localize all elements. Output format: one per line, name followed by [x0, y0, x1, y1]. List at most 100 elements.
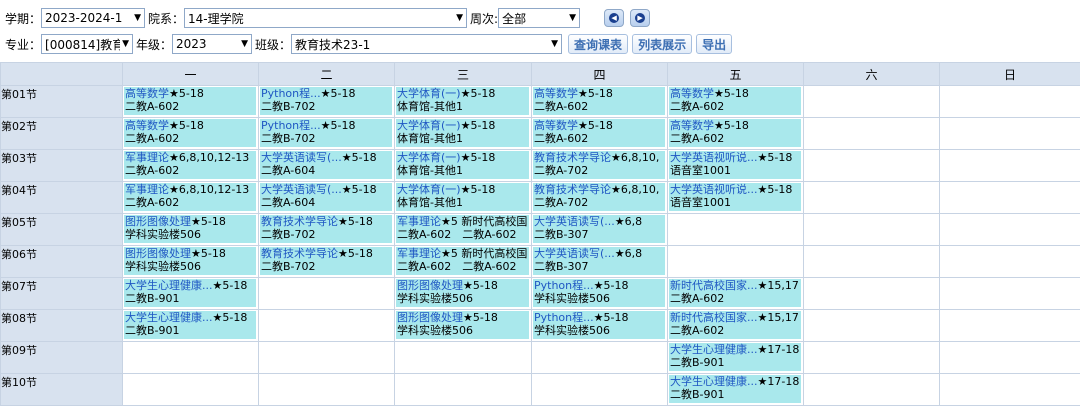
- course-name-link[interactable]: 大学生心理健康...: [670, 375, 758, 388]
- course-name-link[interactable]: 军事理论: [397, 215, 441, 228]
- schedule-cell[interactable]: 大学生心理健康...★5-18 二教B-901: [122, 309, 259, 342]
- schedule-cell[interactable]: 教育技术学导论★6,8,10, 二教A-702: [531, 181, 668, 214]
- schedule-cell[interactable]: Python程...★5-18 学科实验楼506: [531, 277, 668, 310]
- course-entry[interactable]: 大学英语视听说...★5-18 语音室1001: [669, 151, 801, 179]
- course-entry[interactable]: 大学英语读写(...★5-18 二教A-604: [260, 151, 392, 179]
- class-select[interactable]: 教育技术23-1 ▼: [291, 34, 563, 54]
- course-name-link[interactable]: 新时代高校国家...: [670, 311, 758, 324]
- schedule-cell[interactable]: 图形图像处理★5-18 学科实验楼506: [122, 245, 259, 278]
- course-entry[interactable]: 大学生心理健康...★5-18 二教B-901: [124, 311, 256, 339]
- schedule-cell[interactable]: [667, 213, 804, 246]
- department-select[interactable]: 14-理学院 ▼: [184, 8, 468, 28]
- schedule-cell[interactable]: 教育技术学导论★5-18 二教B-702: [258, 245, 395, 278]
- course-name-link[interactable]: 新时代高校国家...: [670, 279, 758, 292]
- course-name-link[interactable]: 大学生心理健康...: [125, 279, 213, 292]
- course-name-link[interactable]: 大学体育(一): [397, 87, 461, 100]
- major-select[interactable]: [000814]教育技术 ▼: [41, 34, 134, 54]
- course-name-link[interactable]: 大学体育(一): [397, 151, 461, 164]
- course-name-link[interactable]: 大学英语读写(...: [261, 183, 342, 196]
- course-name-link[interactable]: Python程...: [534, 311, 594, 324]
- schedule-cell[interactable]: Python程...★5-18 学科实验楼506: [531, 309, 668, 342]
- course-entry[interactable]: 大学英语视听说...★5-18 语音室1001: [669, 183, 801, 211]
- schedule-cell[interactable]: [803, 341, 940, 374]
- week-select[interactable]: 全部 ▼: [498, 8, 581, 28]
- schedule-cell[interactable]: 大学英语视听说...★5-18 语音室1001: [667, 181, 804, 214]
- schedule-cell[interactable]: [939, 277, 1080, 310]
- course-name-link[interactable]: 教育技术学导论: [534, 151, 611, 164]
- course-entry[interactable]: 大学体育(一)★5-18 体育馆-其他1: [396, 119, 529, 147]
- course-name-link[interactable]: 大学体育(一): [397, 119, 461, 132]
- schedule-cell[interactable]: [803, 309, 940, 342]
- course-entry[interactable]: 高等数学★5-18 二教A-602: [669, 119, 801, 147]
- course-entry[interactable]: Python程...★5-18 二教B-702: [260, 87, 392, 115]
- schedule-cell[interactable]: 图形图像处理★5-18 学科实验楼506: [394, 309, 532, 342]
- course-entry[interactable]: 高等数学★5-18 二教A-602: [124, 119, 256, 147]
- course-entry[interactable]: 军事理论★6,8,10,12-13 二教A-602: [124, 183, 256, 211]
- schedule-cell[interactable]: 大学英语读写(...★6,8 二教B-307: [531, 245, 668, 278]
- schedule-cell[interactable]: 大学英语视听说...★5-18 语音室1001: [667, 149, 804, 182]
- course-name-link[interactable]: 大学英语读写(...: [534, 215, 615, 228]
- schedule-cell[interactable]: [122, 341, 259, 374]
- course-entry[interactable]: 图形图像处理★5-18 学科实验楼506: [124, 215, 256, 243]
- course-name-link[interactable]: Python程...: [534, 279, 594, 292]
- schedule-cell[interactable]: [803, 277, 940, 310]
- schedule-cell[interactable]: 军事理论★6,8,10,12-13 二教A-602: [122, 181, 259, 214]
- schedule-cell[interactable]: 图形图像处理★5-18 学科实验楼506: [122, 213, 259, 246]
- schedule-cell[interactable]: 新时代高校国家...★15,17 二教A-602: [667, 277, 804, 310]
- schedule-cell[interactable]: 大学体育(一)★5-18 体育馆-其他1: [394, 149, 532, 182]
- course-entry[interactable]: 大学生心理健康...★17-18 二教B-901: [669, 375, 801, 403]
- schedule-cell[interactable]: [803, 85, 940, 118]
- course-entry[interactable]: 图形图像处理★5-18 学科实验楼506: [124, 247, 256, 275]
- course-entry[interactable]: 大学英语读写(...★6,8 二教B-307: [533, 247, 665, 275]
- course-entry[interactable]: 教育技术学导论★5-18 二教B-702: [260, 247, 392, 275]
- schedule-cell[interactable]: 大学生心理健康...★5-18 二教B-901: [122, 277, 259, 310]
- course-entry[interactable]: Python程...★5-18 学科实验楼506: [533, 311, 665, 339]
- course-name-link[interactable]: 大学生心理健康...: [670, 343, 758, 356]
- prev-week-button[interactable]: ◀: [604, 9, 625, 27]
- schedule-cell[interactable]: 军事理论★5 新时代高校国 二教A-602 二教A-602: [394, 245, 532, 278]
- schedule-cell[interactable]: [531, 373, 668, 406]
- course-name-link[interactable]: 教育技术学导论: [261, 215, 338, 228]
- schedule-cell[interactable]: 大学体育(一)★5-18 体育馆-其他1: [394, 117, 532, 150]
- course-name-link[interactable]: 军事理论: [125, 183, 169, 196]
- semester-select[interactable]: 2023-2024-1 ▼: [41, 8, 146, 28]
- schedule-cell[interactable]: [939, 149, 1080, 182]
- course-name-link[interactable]: 大学英语视听说...: [670, 183, 758, 196]
- course-entry[interactable]: 大学体育(一)★5-18 体育馆-其他1: [396, 183, 529, 211]
- schedule-cell[interactable]: [803, 245, 940, 278]
- course-name-link[interactable]: 图形图像处理: [125, 247, 191, 260]
- course-name-link[interactable]: 教育技术学导论: [261, 247, 338, 260]
- schedule-cell[interactable]: 大学生心理健康...★17-18 二教B-901: [667, 341, 804, 374]
- schedule-cell[interactable]: 教育技术学导论★5-18 二教B-702: [258, 213, 395, 246]
- course-name-link[interactable]: 军事理论: [397, 247, 441, 260]
- course-entry[interactable]: 教育技术学导论★6,8,10, 二教A-702: [533, 183, 665, 211]
- course-name-link[interactable]: Python程...: [261, 87, 321, 100]
- course-name-link[interactable]: 高等数学: [670, 87, 714, 100]
- course-entry[interactable]: 新时代高校国家...★15,17 二教A-602: [669, 279, 801, 307]
- schedule-cell[interactable]: 大学生心理健康...★17-18 二教B-901: [667, 373, 804, 406]
- schedule-cell[interactable]: [939, 213, 1080, 246]
- course-name-link[interactable]: 高等数学: [125, 87, 169, 100]
- schedule-cell[interactable]: [803, 149, 940, 182]
- query-schedule-button[interactable]: 查询课表: [568, 34, 629, 54]
- course-name-link[interactable]: 大学生心理健康...: [125, 311, 213, 324]
- schedule-cell[interactable]: 高等数学★5-18 二教A-602: [531, 85, 668, 118]
- next-week-button[interactable]: ▶: [630, 9, 651, 27]
- schedule-cell[interactable]: [939, 341, 1080, 374]
- course-entry[interactable]: 军事理论★5 新时代高校国 二教A-602 二教A-602: [396, 215, 529, 243]
- schedule-cell[interactable]: [803, 181, 940, 214]
- schedule-cell[interactable]: 大学英语读写(...★5-18 二教A-604: [258, 149, 395, 182]
- export-button[interactable]: 导出: [696, 34, 733, 54]
- schedule-cell[interactable]: 大学体育(一)★5-18 体育馆-其他1: [394, 85, 532, 118]
- schedule-cell[interactable]: [258, 341, 395, 374]
- course-entry[interactable]: 新时代高校国家...★15,17 二教A-602: [669, 311, 801, 339]
- grade-select[interactable]: 2023 ▼: [172, 34, 253, 54]
- schedule-cell[interactable]: 高等数学★5-18 二教A-602: [667, 117, 804, 150]
- schedule-cell[interactable]: 高等数学★5-18 二教A-602: [667, 85, 804, 118]
- course-name-link[interactable]: 大学英语读写(...: [261, 151, 342, 164]
- schedule-cell[interactable]: Python程...★5-18 二教B-702: [258, 117, 395, 150]
- course-name-link[interactable]: 军事理论: [125, 151, 169, 164]
- schedule-cell[interactable]: 高等数学★5-18 二教A-602: [531, 117, 668, 150]
- course-entry[interactable]: 大学体育(一)★5-18 体育馆-其他1: [396, 87, 529, 115]
- course-name-link[interactable]: 大学英语读写(...: [534, 247, 615, 260]
